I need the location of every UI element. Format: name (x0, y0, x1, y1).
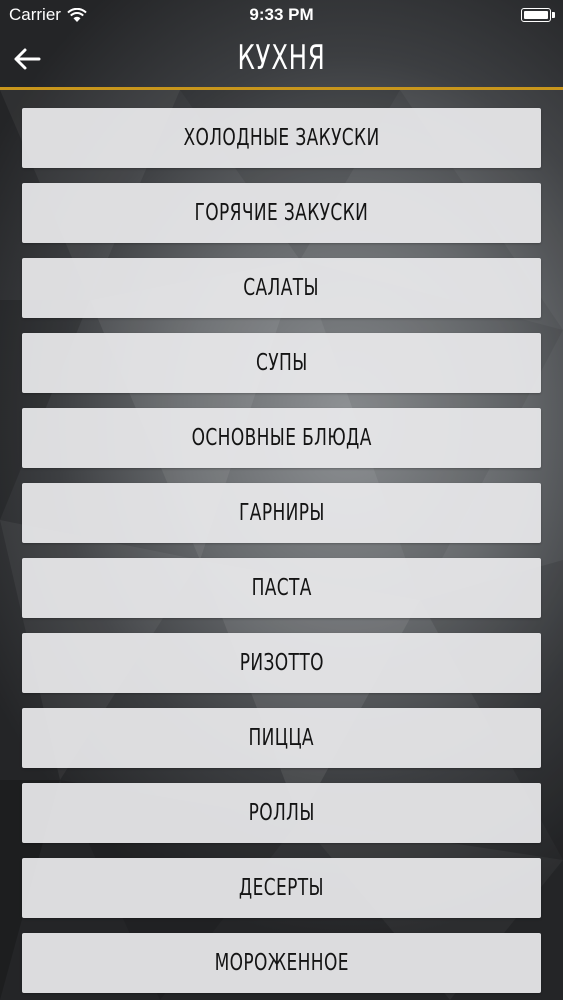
menu-item-label: ГОРЯЧИЕ ЗАКУСКИ (194, 200, 369, 226)
menu-item-label: ХОЛОДНЫЕ ЗАКУСКИ (183, 125, 380, 151)
menu-item-label: ГАРНИРЫ (238, 500, 325, 526)
menu-item-soups[interactable]: СУПЫ (22, 333, 541, 393)
menu-item-ice-cream[interactable]: МОРОЖЕННОЕ (22, 933, 541, 993)
menu-item-main-dishes[interactable]: ОСНОВНЫЕ БЛЮДА (22, 408, 541, 468)
menu-item-pasta[interactable]: ПАСТА (22, 558, 541, 618)
menu-item-label: СУПЫ (255, 350, 308, 376)
menu-item-label: ПИЦЦА (248, 725, 315, 751)
menu-item-label: МОРОЖЕННОЕ (214, 950, 349, 976)
nav-accent-divider (0, 87, 563, 90)
arrow-left-icon (14, 48, 41, 70)
menu-item-hot-appetizers[interactable]: ГОРЯЧИЕ ЗАКУСКИ (22, 183, 541, 243)
battery-icon (521, 8, 555, 22)
menu-item-label: РИЗОТТО (239, 650, 324, 676)
navigation-bar: КУХНЯ (0, 30, 563, 87)
menu-item-label: ДЕСЕРТЫ (239, 875, 324, 901)
status-time: 9:33 PM (249, 5, 314, 24)
menu-item-pizza[interactable]: ПИЦЦА (22, 708, 541, 768)
menu-item-desserts[interactable]: ДЕСЕРТЫ (22, 858, 541, 918)
menu-item-label: САЛАТЫ (243, 275, 320, 301)
category-menu: ХОЛОДНЫЕ ЗАКУСКИ ГОРЯЧИЕ ЗАКУСКИ САЛАТЫ … (22, 108, 541, 1000)
menu-item-side-dishes[interactable]: ГАРНИРЫ (22, 483, 541, 543)
page-title: КУХНЯ (237, 38, 326, 78)
back-button[interactable] (10, 42, 44, 76)
menu-item-salads[interactable]: САЛАТЫ (22, 258, 541, 318)
menu-item-label: РОЛЛЫ (248, 800, 315, 826)
menu-item-rolls[interactable]: РОЛЛЫ (22, 783, 541, 843)
menu-item-label: ПАСТА (251, 575, 312, 601)
menu-item-label: ОСНОВНЫЕ БЛЮДА (191, 425, 372, 451)
menu-item-cold-appetizers[interactable]: ХОЛОДНЫЕ ЗАКУСКИ (22, 108, 541, 168)
menu-item-risotto[interactable]: РИЗОТТО (22, 633, 541, 693)
status-bar: Carrier 9:33 PM (0, 0, 563, 30)
